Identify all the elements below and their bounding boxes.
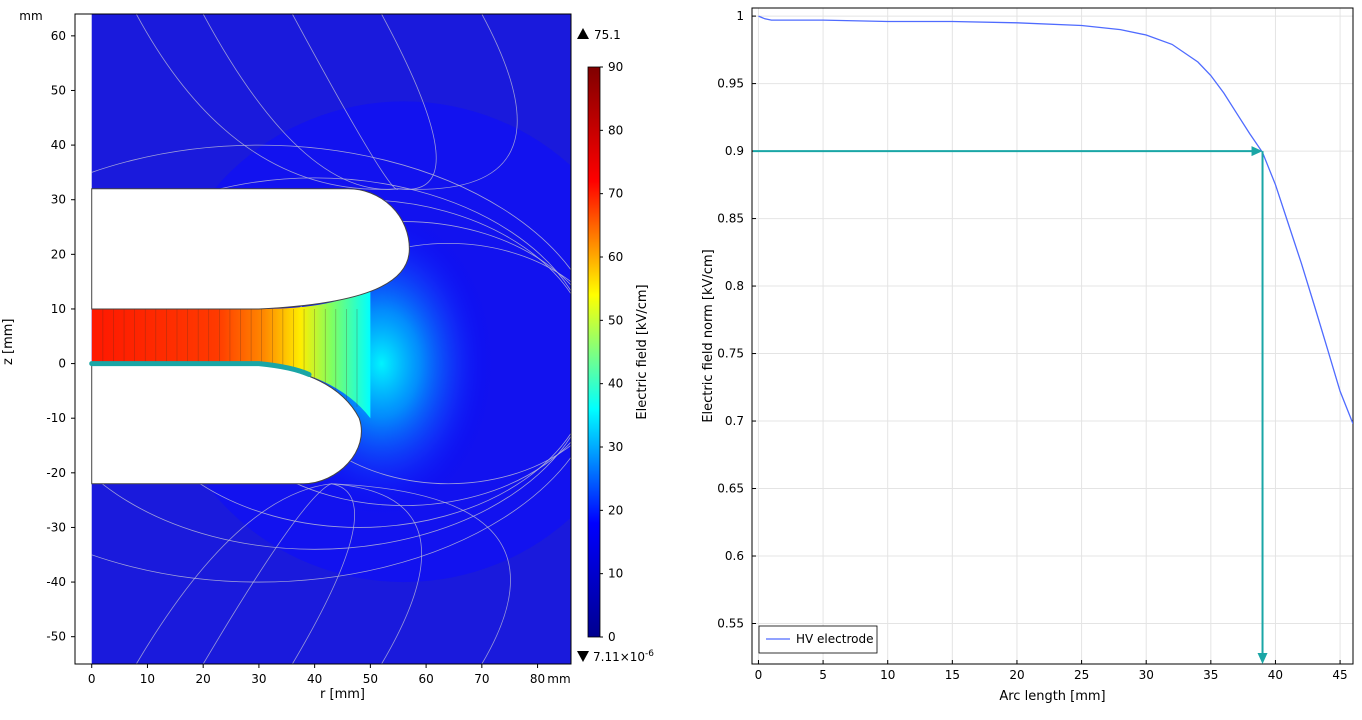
min-marker-icon (577, 651, 589, 662)
y-tick-label: 0 (58, 357, 66, 371)
y-tick-label: 0.75 (717, 347, 744, 361)
colorbar-tick-label: 80 (608, 123, 623, 137)
x-tick-label: 80 (530, 672, 545, 686)
y-tick-label: 40 (51, 138, 66, 152)
colorbar-tick-label: 60 (608, 250, 623, 264)
x-tick-label: 5 (819, 668, 827, 682)
colorbar-tick-label: 90 (608, 60, 623, 74)
y-tick-label: 0.85 (717, 212, 744, 226)
x-tick-label: 60 (418, 672, 433, 686)
colorbar-title: Electric field [kV/cm] (635, 284, 650, 419)
y-tick-label: -50 (46, 630, 66, 644)
colorbar-tick-label: 10 (608, 567, 623, 581)
x-axis-title: r [mm] (320, 687, 365, 702)
line-chart: 0 5 10 15 20 25 30 35 40 45 0.55 0.6 0.65 0.7 0.75 0.8 0… (701, 7, 1354, 704)
y-tick-label: 50 (51, 83, 66, 97)
x-tick-label: 50 (363, 672, 378, 686)
x-tick-label: 70 (474, 672, 489, 686)
x-tick-label: 10 (140, 672, 155, 686)
max-marker-icon (577, 28, 589, 39)
x-tick-label: 40 (307, 672, 322, 686)
y-tick-label: -10 (46, 411, 66, 425)
x-tick-label: 20 (196, 672, 211, 686)
hv-electrode (91, 363, 362, 485)
y-tick-label: 0.9 (725, 144, 744, 158)
min-marker-label: 7.11×10-6 (593, 649, 654, 664)
x-unit-label: mm (547, 672, 570, 686)
x-tick-label: 0 (755, 668, 763, 682)
x-tick-label: 30 (1139, 668, 1154, 682)
upper-electrode (91, 188, 410, 310)
y-tick-label: 0.95 (717, 77, 744, 91)
y-axis-title: z [mm] (1, 319, 16, 365)
colorbar-tick-label: 50 (608, 313, 623, 327)
x-tick-label: 35 (1203, 668, 1218, 682)
y-tick-label: 0.8 (725, 279, 744, 293)
y-tick-label: 0.65 (717, 482, 744, 496)
x-tick-label: 10 (880, 668, 895, 682)
colorbar-tick-label: 40 (608, 377, 623, 391)
y-axis-title: Electric field norm [kV/cm] (701, 249, 716, 422)
y-tick-label: 30 (51, 193, 66, 207)
legend-label: HV electrode (796, 632, 873, 646)
y-tick-label: 20 (51, 247, 66, 261)
colorbar-tick-label: 20 (608, 503, 623, 517)
x-tick-label: 0 (88, 672, 96, 686)
max-marker-label: 75.1 (594, 28, 621, 42)
x-tick-label: 15 (945, 668, 960, 682)
y-tick-label: 0.55 (717, 617, 744, 631)
colorbar-tick-label: 70 (608, 187, 623, 201)
y-tick-label: -30 (46, 520, 66, 534)
y-tick-label: 0.6 (725, 549, 744, 563)
y-tick-label: 10 (51, 302, 66, 316)
colorbar-tick-label: 30 (608, 440, 623, 454)
line-chart-panel: 0 5 10 15 20 25 30 35 40 45 0.55 0.6 0.65 0.7 0.75 0.8 0… (680, 0, 1362, 716)
x-tick-label: 25 (1074, 668, 1089, 682)
field-plot-panel: 0 10 20 30 40 50 60 70 80 -50 -40 -30 -20 -10 0 10 20 30 4… (0, 0, 680, 716)
y-tick-label: -40 (46, 575, 66, 589)
colorbar-tick-label: 0 (608, 630, 616, 644)
x-tick-label: 30 (251, 672, 266, 686)
legend: HV electrode (758, 625, 878, 654)
min-marker-exponent: -6 (645, 649, 654, 659)
colorbar (587, 66, 601, 638)
x-tick-label: 40 (1268, 668, 1283, 682)
y-tick-label: 60 (51, 29, 66, 43)
y-unit-label: mm (19, 9, 42, 23)
field-plot: 0 10 20 30 40 50 60 70 80 -50 -40 -30 -20 -10 0 10 20 30 4… (1, 9, 654, 702)
y-tick-label: 0.7 (725, 414, 744, 428)
y-tick-label: 1 (736, 9, 744, 23)
x-axis-title: Arc length [mm] (999, 689, 1105, 704)
x-tick-label: 20 (1009, 668, 1024, 682)
x-tick-label: 45 (1332, 668, 1347, 682)
y-tick-label: -20 (46, 466, 66, 480)
